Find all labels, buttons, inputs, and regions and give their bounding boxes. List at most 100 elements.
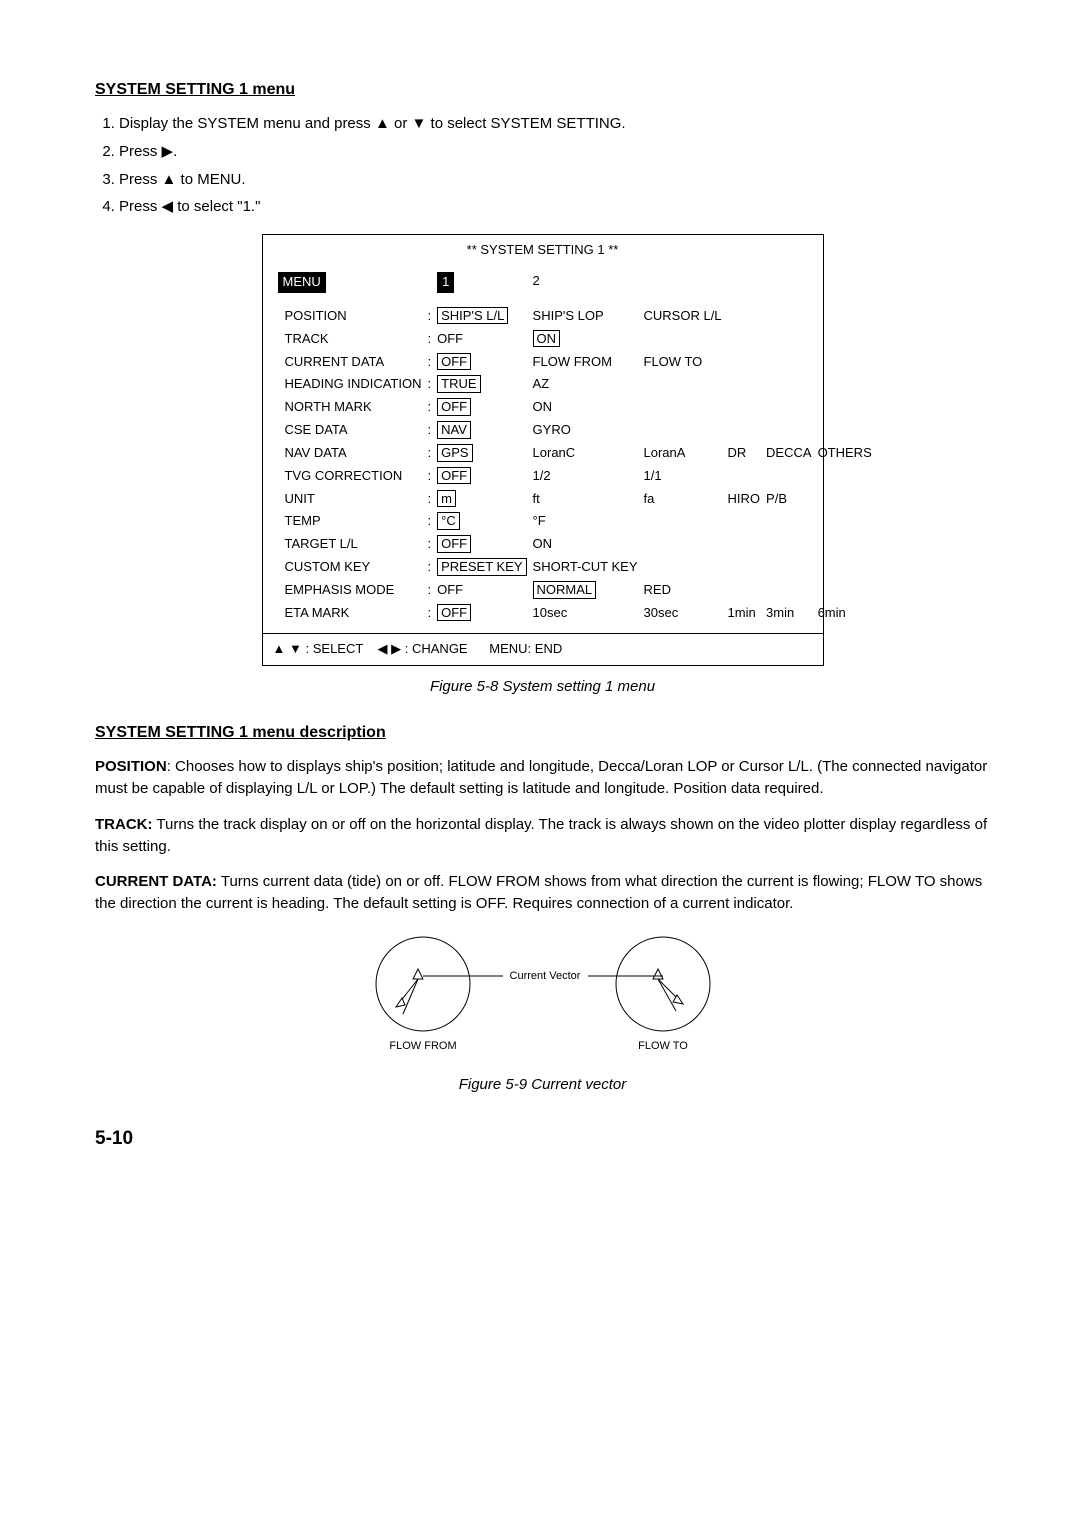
colon: : bbox=[425, 419, 435, 442]
menu-option: NORMAL bbox=[530, 579, 641, 602]
colon: : bbox=[425, 442, 435, 465]
menu-row-label: NORTH MARK bbox=[275, 396, 425, 419]
def-position: : Chooses how to displays ship's positio… bbox=[95, 758, 987, 797]
menu-option: 1/1 bbox=[641, 465, 725, 488]
term-position: POSITION bbox=[95, 758, 167, 775]
menu-option: ON bbox=[530, 533, 641, 556]
page-number: 5-10 bbox=[95, 1125, 990, 1153]
menu-row-label: TEMP bbox=[275, 510, 425, 533]
menu-footer: ▲ ▼ : SELECT ◀ ▶ : CHANGE MENU: END bbox=[263, 633, 823, 665]
menu-row: UNIT:mftfaHIROP/B bbox=[275, 488, 875, 511]
menu-row-label: ETA MARK bbox=[275, 602, 425, 625]
menu-row: CUSTOM KEY:PRESET KEYSHORT-CUT KEY bbox=[275, 556, 875, 579]
menu-option: DECCA bbox=[763, 442, 815, 465]
def-current-data: Turns current data (tide) on or off. FLO… bbox=[95, 873, 982, 912]
tab-2: 2 bbox=[530, 270, 875, 295]
triangle-up-icon: ▲ bbox=[375, 115, 390, 132]
triangle-right-icon: ▶ bbox=[391, 641, 401, 656]
menu-option: 3min bbox=[763, 602, 815, 625]
menu-option: GPS bbox=[434, 442, 529, 465]
step-2-text-b: . bbox=[173, 143, 177, 160]
menu-option: OTHERS bbox=[815, 442, 875, 465]
menu-row-label: TRACK bbox=[275, 328, 425, 351]
step-4-text-a: Press bbox=[119, 198, 162, 215]
instruction-list: Display the SYSTEM menu and press ▲ or ▼… bbox=[95, 113, 990, 218]
menu-panel-title: ** SYSTEM SETTING 1 ** bbox=[263, 235, 823, 266]
diagram-label-right: FLOW TO bbox=[638, 1040, 688, 1052]
def-track: Turns the track display on or off on the… bbox=[95, 816, 987, 855]
menu-option: ft bbox=[530, 488, 641, 511]
menu-option-selected: OFF bbox=[437, 398, 471, 416]
paragraph-position: POSITION: Chooses how to displays ship's… bbox=[95, 756, 990, 800]
footer-end-label: MENU: END bbox=[489, 641, 562, 656]
menu-row: CSE DATA:NAVGYRO bbox=[275, 419, 875, 442]
menu-option: °F bbox=[530, 510, 641, 533]
menu-option: fa bbox=[641, 488, 725, 511]
menu-row: HEADING INDICATION:TRUE AZ bbox=[275, 373, 875, 396]
menu-option: SHIP'S LOP bbox=[530, 305, 641, 328]
step-1-text-a: Display the SYSTEM menu and press bbox=[119, 115, 375, 132]
menu-row: TEMP:°C°F bbox=[275, 510, 875, 533]
menu-option: °C bbox=[434, 510, 529, 533]
menu-row: NORTH MARK:OFF ON bbox=[275, 396, 875, 419]
menu-option: PRESET KEY bbox=[434, 556, 529, 579]
footer-select-label: : SELECT bbox=[306, 641, 364, 656]
colon: : bbox=[425, 579, 435, 602]
triangle-right-icon: ▶ bbox=[162, 143, 174, 160]
colon: : bbox=[425, 305, 435, 328]
footer-change-label: : CHANGE bbox=[405, 641, 468, 656]
menu-option: ON bbox=[530, 328, 641, 351]
menu-row-label: TVG CORRECTION bbox=[275, 465, 425, 488]
menu-row-label: CUSTOM KEY bbox=[275, 556, 425, 579]
triangle-up-icon: ▲ bbox=[273, 641, 286, 656]
menu-option: CURSOR L/L bbox=[641, 305, 725, 328]
colon: : bbox=[425, 396, 435, 419]
colon: : bbox=[425, 556, 435, 579]
menu-option-selected: GPS bbox=[437, 444, 472, 462]
colon: : bbox=[425, 533, 435, 556]
current-vector-diagram: Current Vector FLOW FROM FLOW TO bbox=[95, 929, 990, 1066]
menu-row: TRACK:OFFON bbox=[275, 328, 875, 351]
menu-option: FLOW TO bbox=[641, 351, 725, 374]
step-2-text-a: Press bbox=[119, 143, 162, 160]
figure-caption-1: Figure 5-8 System setting 1 menu bbox=[95, 676, 990, 698]
menu-option: FLOW FROM bbox=[530, 351, 641, 374]
menu-option: P/B bbox=[763, 488, 815, 511]
menu-option-selected: OFF bbox=[437, 353, 471, 371]
menu-option: HIRO bbox=[725, 488, 764, 511]
menu-option: 6min bbox=[815, 602, 875, 625]
menu-option: LoranC bbox=[530, 442, 641, 465]
menu-option-selected: SHIP'S L/L bbox=[437, 307, 508, 325]
menu-row-label: POSITION bbox=[275, 305, 425, 328]
menu-row-label: CSE DATA bbox=[275, 419, 425, 442]
menu-option-selected: NORMAL bbox=[533, 581, 597, 599]
colon: : bbox=[425, 373, 435, 396]
step-1-text-c: to select SYSTEM SETTING. bbox=[426, 115, 625, 132]
triangle-down-icon: ▼ bbox=[289, 641, 302, 656]
tab-menu: MENU bbox=[278, 272, 326, 293]
menu-option-selected: PRESET KEY bbox=[437, 558, 526, 576]
menu-row-label: CURRENT DATA bbox=[275, 351, 425, 374]
menu-row-label: UNIT bbox=[275, 488, 425, 511]
menu-option: 1/2 bbox=[530, 465, 641, 488]
menu-option: 10sec bbox=[530, 602, 641, 625]
figure-caption-2: Figure 5-9 Current vector bbox=[95, 1074, 990, 1096]
menu-option: DR bbox=[725, 442, 764, 465]
menu-option: ON bbox=[530, 396, 641, 419]
step-1-text-b: or bbox=[390, 115, 412, 132]
triangle-up-icon: ▲ bbox=[162, 171, 177, 188]
tab-1: 1 bbox=[437, 272, 454, 293]
menu-option-selected: NAV bbox=[437, 421, 471, 439]
menu-row-label: HEADING INDICATION bbox=[275, 373, 425, 396]
menu-row: EMPHASIS MODE:OFFNORMALRED bbox=[275, 579, 875, 602]
section-heading-1: SYSTEM SETTING 1 menu bbox=[95, 78, 990, 101]
menu-option: TRUE bbox=[434, 373, 529, 396]
colon: : bbox=[425, 602, 435, 625]
menu-option: AZ bbox=[530, 373, 641, 396]
paragraph-track: TRACK: Turns the track display on or off… bbox=[95, 814, 990, 858]
menu-option: OFF bbox=[434, 533, 529, 556]
menu-option-selected: TRUE bbox=[437, 375, 480, 393]
menu-option-selected: OFF bbox=[437, 535, 471, 553]
triangle-left-icon: ◀ bbox=[162, 198, 174, 215]
colon: : bbox=[425, 510, 435, 533]
